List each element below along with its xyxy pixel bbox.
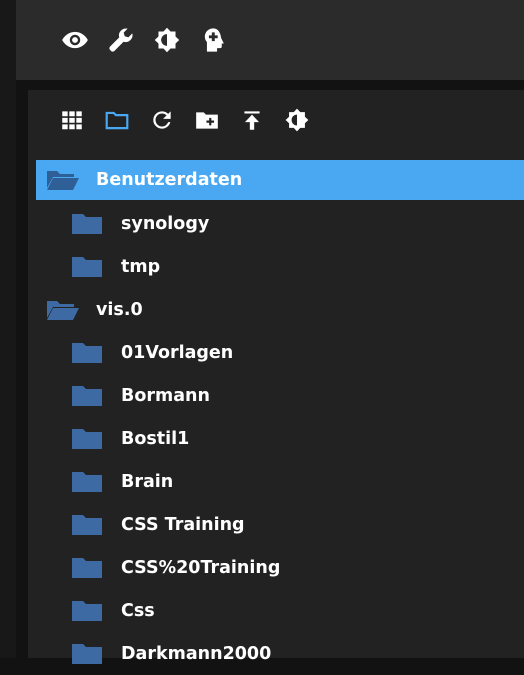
add-folder-icon[interactable] bbox=[193, 106, 221, 134]
folder-open-icon bbox=[46, 296, 80, 324]
folder-icon bbox=[70, 210, 104, 238]
folder-outline-icon[interactable] bbox=[103, 106, 131, 134]
tree-item-label: CSS%20Training bbox=[121, 557, 281, 578]
head-silhouette-icon[interactable] bbox=[198, 24, 228, 56]
tree-item-benutzerdaten[interactable]: Benutzerdaten bbox=[36, 160, 524, 200]
file-browser-panel: Benutzerdaten synology tmp vis.0 01Vorla bbox=[28, 90, 524, 664]
tree-item-brain[interactable]: Brain bbox=[36, 460, 524, 503]
upload-icon[interactable] bbox=[238, 106, 266, 134]
folder-icon bbox=[70, 253, 104, 281]
folder-icon bbox=[70, 640, 104, 668]
tree-item-label: synology bbox=[121, 213, 210, 234]
tree-item-tmp[interactable]: tmp bbox=[36, 245, 524, 288]
tree-item-bormann[interactable]: Bormann bbox=[36, 374, 524, 417]
folder-icon bbox=[70, 511, 104, 539]
refresh-icon[interactable] bbox=[148, 106, 176, 134]
file-browser-toolbar bbox=[58, 106, 311, 134]
folder-icon bbox=[70, 382, 104, 410]
top-toolbar-icons bbox=[60, 24, 228, 56]
folder-icon bbox=[70, 339, 104, 367]
folder-icon bbox=[70, 554, 104, 582]
tree-item-bostil1[interactable]: Bostil1 bbox=[36, 417, 524, 460]
tree-item-darkmann2000[interactable]: Darkmann2000 bbox=[36, 632, 524, 675]
folder-icon bbox=[70, 597, 104, 625]
top-toolbar bbox=[16, 0, 524, 80]
tree-item-label: Bormann bbox=[121, 385, 210, 406]
tree-item-label: Bostil1 bbox=[121, 428, 190, 449]
tree-item-label: CSS Training bbox=[121, 514, 245, 535]
folder-icon bbox=[70, 425, 104, 453]
wrench-icon[interactable] bbox=[106, 24, 136, 56]
folder-tree: Benutzerdaten synology tmp vis.0 01Vorla bbox=[36, 160, 524, 675]
tree-item-synology[interactable]: synology bbox=[36, 202, 524, 245]
grid-view-icon[interactable] bbox=[58, 106, 86, 134]
tree-item-label: Darkmann2000 bbox=[121, 643, 272, 664]
left-edge bbox=[0, 0, 16, 658]
folder-open-icon bbox=[46, 166, 80, 194]
tree-item-css[interactable]: Css bbox=[36, 589, 524, 632]
eye-icon[interactable] bbox=[60, 24, 90, 56]
tree-item-css-20-training[interactable]: CSS%20Training bbox=[36, 546, 524, 589]
folder-icon bbox=[70, 468, 104, 496]
tree-item-css-training[interactable]: CSS Training bbox=[36, 503, 524, 546]
tree-item-vis-0[interactable]: vis.0 bbox=[36, 288, 524, 331]
tree-item-label: Brain bbox=[121, 471, 174, 492]
tree-item-label: Css bbox=[121, 600, 155, 621]
brightness-icon[interactable] bbox=[283, 106, 311, 134]
tree-item-label: tmp bbox=[121, 256, 161, 277]
tree-item-01vorlagen[interactable]: 01Vorlagen bbox=[36, 331, 524, 374]
tree-item-label: Benutzerdaten bbox=[96, 170, 243, 190]
tree-item-label: 01Vorlagen bbox=[121, 342, 234, 363]
brightness-icon[interactable] bbox=[152, 24, 182, 56]
tree-item-label: vis.0 bbox=[96, 299, 143, 320]
